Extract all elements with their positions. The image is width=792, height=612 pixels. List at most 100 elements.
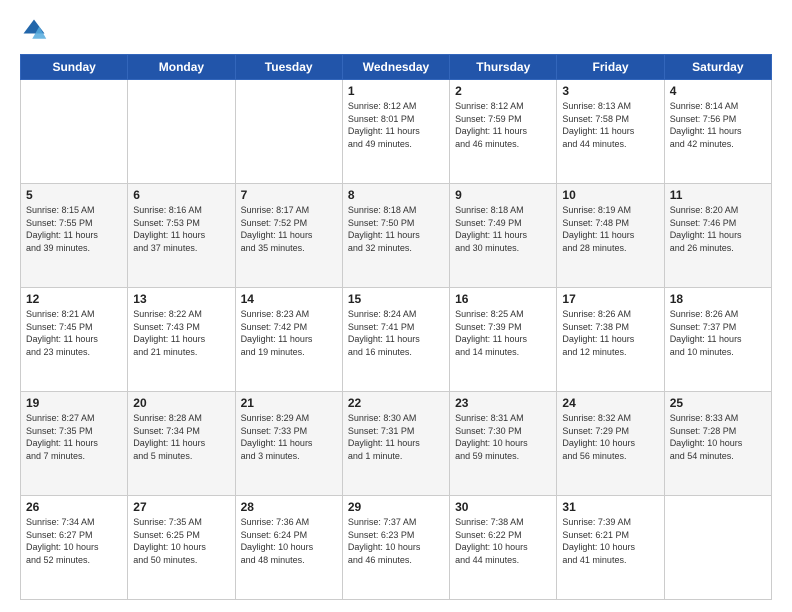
day-cell-29: 29 Sunrise: 7:37 AM Sunset: 6:23 PM Dayli…	[342, 496, 449, 600]
calendar-header: SundayMondayTuesdayWednesdayThursdayFrid…	[21, 55, 772, 80]
header	[20, 16, 772, 44]
day-info: Sunrise: 8:32 AM Sunset: 7:29 PM Dayligh…	[562, 412, 658, 462]
day-cell-14: 14 Sunrise: 8:23 AM Sunset: 7:42 PM Dayli…	[235, 288, 342, 392]
day-cell-27: 27 Sunrise: 7:35 AM Sunset: 6:25 PM Dayli…	[128, 496, 235, 600]
day-cell-25: 25 Sunrise: 8:33 AM Sunset: 7:28 PM Dayli…	[664, 392, 771, 496]
day-number: 4	[670, 84, 766, 98]
empty-cell	[128, 80, 235, 184]
day-info: Sunrise: 8:26 AM Sunset: 7:38 PM Dayligh…	[562, 308, 658, 358]
day-number: 25	[670, 396, 766, 410]
day-info: Sunrise: 8:33 AM Sunset: 7:28 PM Dayligh…	[670, 412, 766, 462]
empty-cell	[21, 80, 128, 184]
day-number: 14	[241, 292, 337, 306]
day-cell-30: 30 Sunrise: 7:38 AM Sunset: 6:22 PM Dayli…	[450, 496, 557, 600]
logo	[20, 16, 52, 44]
day-number: 12	[26, 292, 122, 306]
day-cell-18: 18 Sunrise: 8:26 AM Sunset: 7:37 PM Dayli…	[664, 288, 771, 392]
day-info: Sunrise: 8:30 AM Sunset: 7:31 PM Dayligh…	[348, 412, 444, 462]
day-number: 17	[562, 292, 658, 306]
day-cell-16: 16Sunrise: 8:25 AM Sunset: 7:39 PM Dayli…	[450, 288, 557, 392]
week-row-5: 26 Sunrise: 7:34 AM Sunset: 6:27 PM Dayli…	[21, 496, 772, 600]
day-cell-10: 10 Sunrise: 8:19 AM Sunset: 7:48 PM Dayli…	[557, 184, 664, 288]
day-number: 20	[133, 396, 229, 410]
weekday-header-tuesday: Tuesday	[235, 55, 342, 80]
day-info: Sunrise: 8:29 AM Sunset: 7:33 PM Dayligh…	[241, 412, 337, 462]
day-number: 27	[133, 500, 229, 514]
day-cell-22: 22 Sunrise: 8:30 AM Sunset: 7:31 PM Dayli…	[342, 392, 449, 496]
weekday-header-monday: Monday	[128, 55, 235, 80]
day-number: 11	[670, 188, 766, 202]
day-cell-4: 4 Sunrise: 8:14 AM Sunset: 7:56 PM Daylig…	[664, 80, 771, 184]
day-cell-3: 3 Sunrise: 8:13 AM Sunset: 7:58 PM Daylig…	[557, 80, 664, 184]
day-info: Sunrise: 8:24 AM Sunset: 7:41 PM Dayligh…	[348, 308, 444, 358]
day-info: Sunrise: 7:37 AM Sunset: 6:23 PM Dayligh…	[348, 516, 444, 566]
day-cell-24: 24 Sunrise: 8:32 AM Sunset: 7:29 PM Dayli…	[557, 392, 664, 496]
day-info: Sunrise: 8:31 AM Sunset: 7:30 PM Dayligh…	[455, 412, 551, 462]
day-cell-28: 28 Sunrise: 7:36 AM Sunset: 6:24 PM Dayli…	[235, 496, 342, 600]
day-info: Sunrise: 8:28 AM Sunset: 7:34 PM Dayligh…	[133, 412, 229, 462]
day-cell-1: 1 Sunrise: 8:12 AM Sunset: 8:01 PM Daylig…	[342, 80, 449, 184]
day-number: 26	[26, 500, 122, 514]
day-number: 29	[348, 500, 444, 514]
day-info: Sunrise: 7:34 AM Sunset: 6:27 PM Dayligh…	[26, 516, 122, 566]
calendar-table: SundayMondayTuesdayWednesdayThursdayFrid…	[20, 54, 772, 600]
day-number: 21	[241, 396, 337, 410]
day-number: 18	[670, 292, 766, 306]
day-cell-26: 26 Sunrise: 7:34 AM Sunset: 6:27 PM Dayli…	[21, 496, 128, 600]
day-cell-15: 15 Sunrise: 8:24 AM Sunset: 7:41 PM Dayli…	[342, 288, 449, 392]
day-number: 22	[348, 396, 444, 410]
day-number: 1	[348, 84, 444, 98]
day-cell-2: 2Sunrise: 8:12 AM Sunset: 7:59 PM Daylig…	[450, 80, 557, 184]
weekday-header-sunday: Sunday	[21, 55, 128, 80]
day-info: Sunrise: 8:15 AM Sunset: 7:55 PM Dayligh…	[26, 204, 122, 254]
day-info: Sunrise: 8:21 AM Sunset: 7:45 PM Dayligh…	[26, 308, 122, 358]
day-cell-5: 5 Sunrise: 8:15 AM Sunset: 7:55 PM Daylig…	[21, 184, 128, 288]
day-info: Sunrise: 8:16 AM Sunset: 7:53 PM Dayligh…	[133, 204, 229, 254]
day-number: 5	[26, 188, 122, 202]
day-cell-23: 23 Sunrise: 8:31 AM Sunset: 7:30 PM Dayli…	[450, 392, 557, 496]
day-number: 23	[455, 396, 551, 410]
day-info: Sunrise: 7:39 AM Sunset: 6:21 PM Dayligh…	[562, 516, 658, 566]
page: SundayMondayTuesdayWednesdayThursdayFrid…	[0, 0, 792, 612]
weekday-header-wednesday: Wednesday	[342, 55, 449, 80]
day-number: 7	[241, 188, 337, 202]
week-row-1: 1 Sunrise: 8:12 AM Sunset: 8:01 PM Daylig…	[21, 80, 772, 184]
day-number: 30	[455, 500, 551, 514]
day-cell-9: 9 Sunrise: 8:18 AM Sunset: 7:49 PM Daylig…	[450, 184, 557, 288]
day-number: 31	[562, 500, 658, 514]
day-cell-20: 20 Sunrise: 8:28 AM Sunset: 7:34 PM Dayli…	[128, 392, 235, 496]
day-number: 24	[562, 396, 658, 410]
day-cell-13: 13 Sunrise: 8:22 AM Sunset: 7:43 PM Dayli…	[128, 288, 235, 392]
day-cell-11: 11 Sunrise: 8:20 AM Sunset: 7:46 PM Dayli…	[664, 184, 771, 288]
weekday-header-thursday: Thursday	[450, 55, 557, 80]
day-info: Sunrise: 7:36 AM Sunset: 6:24 PM Dayligh…	[241, 516, 337, 566]
day-info: Sunrise: 7:38 AM Sunset: 6:22 PM Dayligh…	[455, 516, 551, 566]
day-number: 15	[348, 292, 444, 306]
day-number: 19	[26, 396, 122, 410]
day-info: Sunrise: 8:18 AM Sunset: 7:49 PM Dayligh…	[455, 204, 551, 254]
day-cell-21: 21 Sunrise: 8:29 AM Sunset: 7:33 PM Dayli…	[235, 392, 342, 496]
day-info: Sunrise: 8:14 AM Sunset: 7:56 PM Dayligh…	[670, 100, 766, 150]
day-info: Sunrise: 8:20 AM Sunset: 7:46 PM Dayligh…	[670, 204, 766, 254]
day-number: 10	[562, 188, 658, 202]
day-cell-8: 8Sunrise: 8:18 AM Sunset: 7:50 PM Daylig…	[342, 184, 449, 288]
day-cell-7: 7 Sunrise: 8:17 AM Sunset: 7:52 PM Daylig…	[235, 184, 342, 288]
day-info: Sunrise: 8:13 AM Sunset: 7:58 PM Dayligh…	[562, 100, 658, 150]
day-info: Sunrise: 8:12 AM Sunset: 8:01 PM Dayligh…	[348, 100, 444, 150]
day-info: Sunrise: 8:17 AM Sunset: 7:52 PM Dayligh…	[241, 204, 337, 254]
day-info: Sunrise: 8:25 AM Sunset: 7:39 PM Dayligh…	[455, 308, 551, 358]
day-cell-12: 12 Sunrise: 8:21 AM Sunset: 7:45 PM Dayli…	[21, 288, 128, 392]
day-info: Sunrise: 8:23 AM Sunset: 7:42 PM Dayligh…	[241, 308, 337, 358]
day-number: 9	[455, 188, 551, 202]
day-number: 13	[133, 292, 229, 306]
day-number: 3	[562, 84, 658, 98]
week-row-3: 12 Sunrise: 8:21 AM Sunset: 7:45 PM Dayli…	[21, 288, 772, 392]
week-row-4: 19Sunrise: 8:27 AM Sunset: 7:35 PM Dayli…	[21, 392, 772, 496]
day-info: Sunrise: 8:22 AM Sunset: 7:43 PM Dayligh…	[133, 308, 229, 358]
day-cell-17: 17 Sunrise: 8:26 AM Sunset: 7:38 PM Dayli…	[557, 288, 664, 392]
day-number: 28	[241, 500, 337, 514]
day-info: Sunrise: 8:26 AM Sunset: 7:37 PM Dayligh…	[670, 308, 766, 358]
weekday-header-saturday: Saturday	[664, 55, 771, 80]
day-info: Sunrise: 7:35 AM Sunset: 6:25 PM Dayligh…	[133, 516, 229, 566]
day-info: Sunrise: 8:19 AM Sunset: 7:48 PM Dayligh…	[562, 204, 658, 254]
